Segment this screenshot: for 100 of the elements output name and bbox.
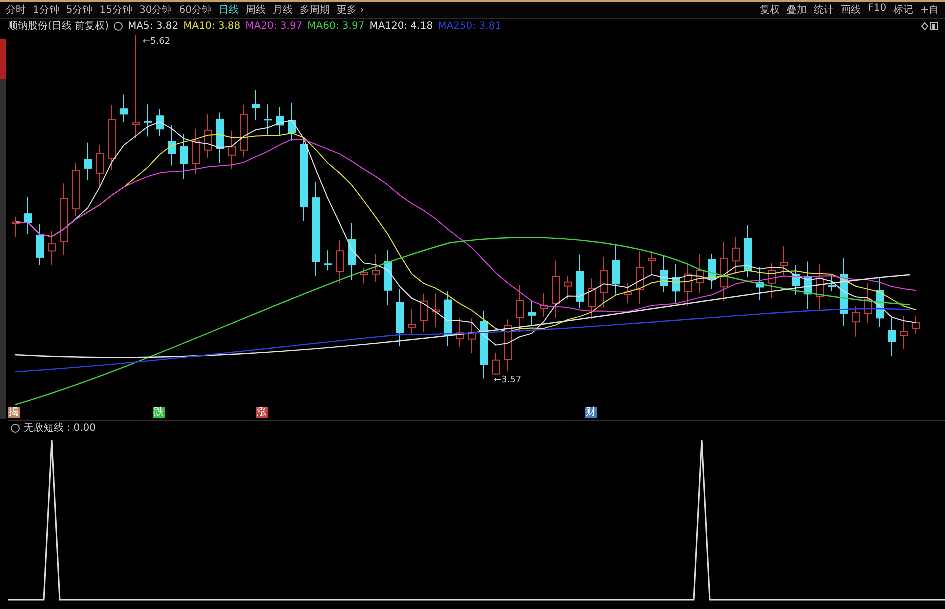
- candlestick: [648, 250, 656, 275]
- period-tab[interactable]: 5分钟: [66, 3, 93, 17]
- toolbar-button[interactable]: 画线: [841, 3, 862, 17]
- candlestick: [120, 94, 128, 123]
- toolbar-button[interactable]: 叠加: [787, 3, 808, 17]
- candlestick: [468, 318, 476, 354]
- candlestick: [84, 142, 92, 181]
- candlestick: [828, 275, 836, 292]
- candlestick: [744, 224, 752, 278]
- period-tab[interactable]: 1分钟: [33, 3, 60, 17]
- candlestick: [288, 103, 296, 142]
- candlestick: [408, 308, 416, 334]
- candlestick: [564, 276, 572, 300]
- candlestick: [792, 264, 800, 296]
- period-tab[interactable]: 60分钟: [179, 3, 212, 17]
- price-label: ←5.62: [143, 37, 171, 47]
- toolbar-button[interactable]: 复权: [760, 3, 780, 17]
- period-tab[interactable]: 30分钟: [139, 3, 172, 17]
- period-tab[interactable]: 多周期: [300, 3, 330, 17]
- candlestick: [348, 222, 356, 281]
- period-tab[interactable]: 日线: [218, 3, 239, 17]
- candlestick: [156, 108, 164, 138]
- candlestick: [252, 90, 260, 120]
- moving-average-value: MA120: 4.18: [370, 20, 434, 32]
- view-toggle-icon[interactable]: [921, 22, 939, 30]
- candlestick: [660, 254, 668, 292]
- candlestick: [576, 254, 584, 309]
- candlestick: [264, 104, 272, 136]
- candlestick: [216, 112, 224, 164]
- candlestick: [696, 254, 704, 294]
- candlestick: [552, 260, 560, 319]
- candlestick: [432, 293, 440, 328]
- candlestick: [12, 216, 20, 238]
- period-tab[interactable]: 15分钟: [100, 3, 132, 17]
- candlestick: [540, 293, 548, 318]
- moving-average-value: MA60: 3.97: [308, 20, 365, 32]
- event-marker[interactable]: 财: [585, 407, 597, 418]
- candlestick: [516, 284, 524, 334]
- candlestick: [504, 319, 512, 372]
- candlestick: [732, 236, 740, 275]
- event-marker[interactable]: 涨: [256, 407, 268, 418]
- candlestick: [456, 318, 464, 348]
- candlestick: [768, 262, 776, 299]
- candlestick: [420, 293, 428, 333]
- candlestick: [144, 104, 152, 138]
- price-label: ←3.57: [494, 375, 522, 386]
- candlestick: [912, 316, 920, 334]
- candlestick: [780, 246, 788, 276]
- moving-average-value: MA250: 3.81: [438, 20, 502, 32]
- candlestick: [756, 266, 764, 301]
- candlestick: [168, 124, 176, 166]
- candlestick: [192, 128, 200, 175]
- candlestick: [708, 254, 716, 290]
- candlestick: [72, 162, 80, 217]
- candlestick: [888, 318, 896, 358]
- toolbar-button[interactable]: 统计: [814, 3, 834, 17]
- candlestick: [204, 114, 212, 158]
- candlestick: [384, 250, 392, 306]
- candlestick: [108, 104, 116, 170]
- candlestick: [240, 104, 248, 158]
- period-tab[interactable]: 分时: [6, 3, 26, 17]
- settings-icon[interactable]: [114, 22, 123, 30]
- candlestick: [612, 245, 620, 296]
- candlestick: [36, 223, 44, 266]
- candlestick: [588, 278, 596, 320]
- candlestick: [480, 310, 488, 380]
- candlestick: [276, 106, 284, 137]
- toolbar-button[interactable]: 标记: [894, 3, 914, 17]
- candlestick: [444, 290, 452, 347]
- toolbar-button[interactable]: +自: [920, 3, 939, 17]
- moving-average-value: MA10: 3.88: [184, 20, 241, 32]
- candlestick: [492, 352, 500, 376]
- candlestick: [336, 240, 344, 284]
- candlestick: [876, 278, 884, 328]
- candlestick: [600, 256, 608, 308]
- period-tab[interactable]: 月线: [272, 3, 293, 17]
- candlestick: [672, 264, 680, 304]
- stock-title: 顺钠股份(日线 前复权): [8, 20, 109, 33]
- candlestick: [528, 300, 536, 327]
- candlestick: [720, 242, 728, 302]
- candlestick: [840, 258, 848, 327]
- period-tab[interactable]: 更多 ›: [336, 3, 364, 17]
- settings-icon[interactable]: [11, 424, 20, 432]
- candlestick: [228, 130, 236, 170]
- indicator-title: 无敌短线 : 0.00: [24, 422, 96, 435]
- candlestick: [180, 134, 188, 180]
- moving-average-value: MA20: 3.97: [246, 20, 303, 32]
- candlestick: [636, 250, 644, 305]
- candlestick: [624, 283, 632, 304]
- candlestick: [684, 262, 692, 307]
- candlestick: [372, 254, 380, 283]
- candlestick: [864, 283, 872, 324]
- period-tab[interactable]: 周线: [246, 3, 266, 17]
- candlestick: [96, 144, 104, 189]
- candlestick: [324, 250, 332, 272]
- candlestick: [48, 230, 56, 266]
- toolbar-button[interactable]: F10: [868, 3, 887, 17]
- candlestick: [816, 264, 824, 310]
- candlestick: [24, 196, 32, 236]
- candlestick: [396, 288, 404, 348]
